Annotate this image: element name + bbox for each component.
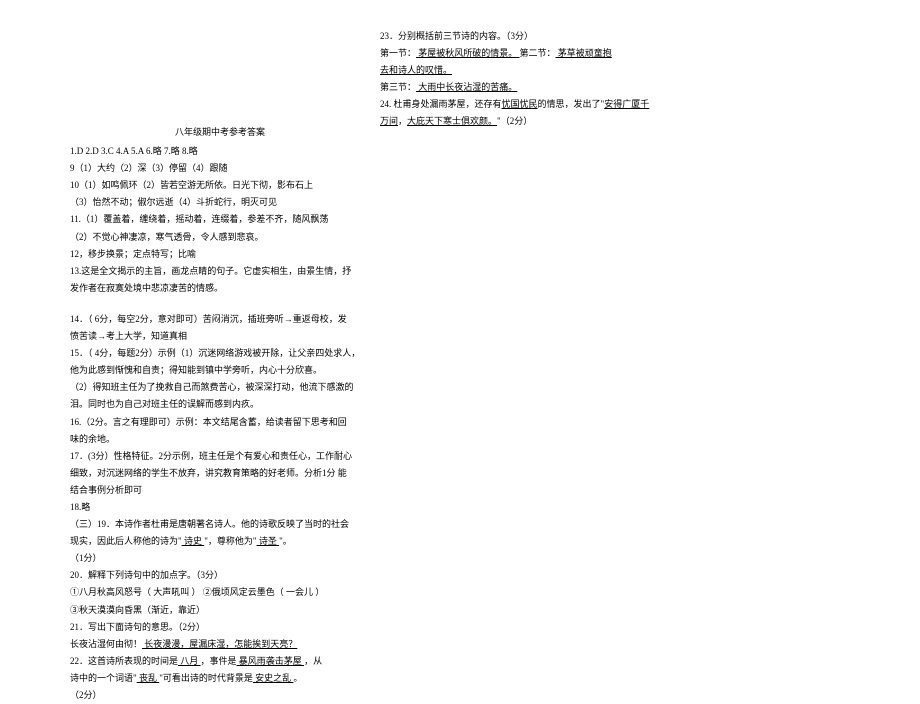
answer-line: 18.略 (70, 499, 370, 516)
answer-line: （2分） (70, 687, 370, 704)
answer-line: 现实，因此后人称他的诗为" 诗史 "，尊称他为" 诗圣 "。 (70, 533, 370, 550)
answer-line: 第三节： 大雨中长夜沾湿的苦痛。 (380, 79, 680, 96)
answer-blank: 茅屋被秋风所破的情景。 (416, 48, 520, 58)
answer-line: 14．（ 6分，每空2分，意对即可）苦闷消沉，插班旁听→重返母校，发 (70, 311, 370, 328)
answer-line: 万间，大庇天下寒士俱欢颜。"（2分） (380, 113, 680, 130)
text: 22．这首诗所表现的时间是 (70, 656, 178, 666)
text: ， (398, 116, 407, 126)
answer-line: （2）得知班主任为了挽救自己而煞费苦心，被深深打动，他流下感激的 (70, 379, 370, 396)
answer-line: ③秋天漠漠向昏黑（渐近，靠近） (70, 602, 370, 619)
answer-line: （三）19．本诗作者杜甫是唐朝著名诗人。他的诗歌反映了当时的社会 (70, 516, 370, 533)
text: "，尊称他为" (204, 536, 256, 546)
answer-line: 11.（1）覆盖着，缠绕着，摇动着，连缀着，参差不齐，随风飘荡 (70, 211, 370, 228)
answer-line: 21．写出下面诗句的意思。（2分） (70, 619, 370, 636)
answer-line: 发作者在寂寞处境中悲凉凄苦的情感。 (70, 280, 370, 297)
answer-line: （3）怡然不动；俶尔远逝（4）斗折蛇行，明灭可见 (70, 194, 370, 211)
answer-blank: 忧国忧民 (502, 99, 538, 109)
answer-line: 结合事例分析即可 (70, 482, 370, 499)
answer-line: 泪。同时也为自己对班主任的误解而感到内疚。 (70, 396, 370, 413)
text: "可看出诗的时代背景是 (159, 673, 253, 683)
answer-line: （2）不觉心神凄凉，寒气透骨，令人感到悲哀。 (70, 229, 370, 246)
answer-blank: 暴风雨袭击茅屋 (237, 656, 305, 666)
answer-line: 他为此感到惭愧和自责；得知能到镇中学旁听，内心十分欣喜。 (70, 362, 370, 379)
text: 长夜沾湿何由彻！ (70, 639, 142, 649)
answer-line: 24. 杜甫身处漏雨茅屋，还存有忧国忧民的情思，发出了"安得广厦千 (380, 96, 680, 113)
answer-blank: 大雨中长夜沾湿的苦痛。 (416, 82, 517, 92)
answer-line: 12，移步换景；定点特写；比喻 (70, 246, 370, 263)
answer-blank: 茅草被顽童抱 (556, 48, 612, 58)
answer-blank: 丧乱 (137, 673, 160, 683)
answer-line: ①八月秋高风怒号（ 大声吼叫 ） ②俄顷风定云墨色（ 一会儿 ） (70, 584, 370, 601)
answer-line: 9（1）大约（2）深（3）停留（4）跟随 (70, 160, 370, 177)
text: 第三节： (380, 82, 416, 92)
answer-line: 去和诗人的叹惜。 (380, 62, 680, 79)
text: "。 (279, 536, 292, 546)
text: 诗中的一个词语" (70, 673, 137, 683)
answer-line: 20．解释下列诗句中的加点字。（3分） (70, 567, 370, 584)
answer-blank: 安史之乱 (253, 673, 294, 683)
answer-line: 13.这是全文揭示的主旨，画龙点睛的句子。它虚实相生，由景生情，抒 (70, 263, 370, 280)
answer-line: 17．(3分）性格特征。2分示例，班主任是个有爱心和责任心，工作耐心 (70, 448, 370, 465)
answer-blank: 长夜漫漫，屋漏床湿，怎能挨到天亮？ (142, 639, 297, 649)
answer-blank: 去和诗人的叹惜。 (380, 65, 452, 75)
answer-blank: 安得广厦千 (604, 99, 649, 109)
text: ，事件是 (201, 656, 237, 666)
text: 现实，因此后人称他的诗为" (70, 536, 182, 546)
text: ，从 (304, 656, 322, 666)
answer-line: 15．（ 4分，每题2分）示例（1）沉迷网络游戏被开除，让父亲四处求人， (70, 345, 370, 362)
answer-line: 诗中的一个词语" 丧乱 "可看出诗的时代背景是 安史之乱 。 (70, 670, 370, 687)
answer-blank: 大庇天下寒士俱欢颜。 (407, 116, 497, 126)
text: 24. 杜甫身处漏雨茅屋，还存有 (380, 99, 502, 109)
text: 。 (293, 673, 302, 683)
text: 的情思，发出了" (538, 99, 605, 109)
right-column: 23．分别概括前三节诗的内容。（3分） 第一节： 茅屋被秋风所破的情景。 第二节… (380, 28, 680, 131)
text: 第一节： (380, 48, 416, 58)
answer-line: 23．分别概括前三节诗的内容。（3分） (380, 28, 680, 45)
answer-line: 细致，对沉迷网络的学生不放弃，讲究教育策略的好老师。分析1分 能 (70, 465, 370, 482)
left-column: 八年级期中考参考答案 1.D 2.D 3.C 4.A 5.A 6.略 7.略 8… (70, 124, 370, 704)
answer-line: 1.D 2.D 3.C 4.A 5.A 6.略 7.略 8.略 (70, 143, 370, 160)
answer-line: 第一节： 茅屋被秋风所破的情景。 第二节： 茅草被顽童抱 (380, 45, 680, 62)
answer-line: 16.（2分。言之有理即可）示例：本文结尾含蓄，给读者留下思考和回 (70, 414, 370, 431)
text: "（2分） (497, 116, 532, 126)
answer-line: 10（1）如鸣佩环（2）皆若空游无所依。日光下彻，影布石上 (70, 177, 370, 194)
answer-line: 22．这首诗所表现的时间是 八月 ，事件是 暴风雨袭击茅屋 ，从 (70, 653, 370, 670)
answer-blank: 诗圣 (257, 536, 280, 546)
text: 第二节： (520, 48, 556, 58)
answer-blank: 万间 (380, 116, 398, 126)
answer-line: 味的余地。 (70, 431, 370, 448)
answer-line: （1分） (70, 550, 370, 567)
answer-blank: 八月 (178, 656, 201, 666)
answer-blank: 诗史 (182, 536, 205, 546)
answer-line: 长夜沾湿何由彻！ 长夜漫漫，屋漏床湿，怎能挨到天亮？ (70, 636, 370, 653)
answer-line: 愤苦读→考上大学，知道真相 (70, 328, 370, 345)
answer-title: 八年级期中考参考答案 (70, 124, 370, 141)
